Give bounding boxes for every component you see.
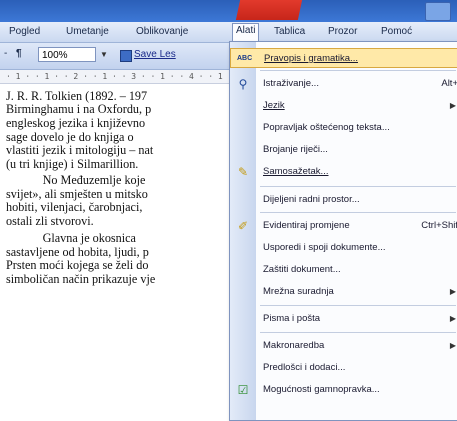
zoom-select[interactable]: 100% — [38, 47, 96, 62]
menu-item-repair-text[interactable]: Popravljak oštećenog teksta... — [230, 118, 457, 138]
menu-separator — [260, 305, 456, 306]
save-icon — [120, 50, 132, 62]
toolbar-dash: - — [4, 48, 8, 59]
menu-item-label: Jezik — [263, 100, 285, 111]
options-icon: ☑ — [237, 383, 249, 397]
doc-line: Glavna je okosnica — [6, 231, 136, 245]
menu-item-label: Zaštiti dokument... — [263, 264, 341, 275]
menu-item-label: Popravljak oštećenog teksta... — [263, 122, 390, 133]
menu-item-letters-mailings[interactable]: Pisma i pošta ▶ — [230, 309, 457, 329]
doc-line: Birminghamu i na Oxfordu, p — [6, 102, 152, 116]
menu-separator — [260, 212, 456, 213]
menu-alati[interactable]: Alati — [232, 23, 260, 43]
autosummary-icon: ✎ — [237, 165, 249, 179]
track-changes-icon: ✐ — [237, 219, 249, 233]
doc-line: engleskog jezika i književno — [6, 116, 146, 130]
menu-item-autocorrect-options[interactable]: ☑ Mogućnosti gamnopravka... — [230, 380, 457, 400]
menu-item-label: Dijeljeni radni prostor... — [263, 194, 360, 205]
save-button[interactable]: Save Les — [118, 47, 218, 63]
menu-item-label: Brojanje riječi... — [263, 144, 328, 155]
spelling-icon: ABC — [237, 55, 253, 62]
menu-item-spelling[interactable]: ABC Pravopis i gramatika... — [230, 48, 457, 68]
menu-item-language[interactable]: Jezik ▶ — [230, 96, 457, 116]
menu-item-shortcut: Ctrl+Shif — [421, 220, 457, 231]
chevron-down-icon[interactable]: ▼ — [98, 47, 110, 62]
red-decoration — [235, 0, 303, 20]
doc-line: hobiti, vilenjaci, čarobnjaci, — [6, 200, 143, 214]
save-label: Save Les — [134, 49, 176, 60]
menu-item-templates-addins[interactable]: Predlošci i dodaci... — [230, 358, 457, 378]
ruler: ⋅ 1 ⋅ ⋅ 1 ⋅ ⋅ 2 ⋅ ⋅ 1 ⋅ ⋅ 3 ⋅ ⋅ 1 ⋅ ⋅ 4 … — [0, 70, 240, 84]
doc-line: No Međuzemlje koje — [6, 173, 146, 187]
submenu-arrow-icon: ▶ — [449, 314, 456, 323]
menu-item-label: Mrežna suradnja — [263, 286, 334, 297]
menu-separator — [260, 332, 456, 333]
window-control-button[interactable] — [425, 2, 451, 21]
menu-item-label: Mogućnosti gamnopravka... — [263, 384, 380, 395]
document-area[interactable]: J. R. R. Tolkien (1892. – 197 Birmingham… — [0, 86, 240, 419]
menu-oblikovanje[interactable]: Oblikovanje — [133, 25, 191, 38]
menu-item-shortcut: Alt+ — [441, 78, 457, 89]
submenu-arrow-icon: ▶ — [449, 101, 456, 110]
menu-separator — [260, 186, 456, 187]
title-bar — [0, 0, 457, 22]
menu-item-macro[interactable]: Makronaredba ▶ — [230, 336, 457, 356]
pilcrow-icon[interactable]: ¶ — [16, 48, 22, 59]
menu-item-label: Evidentiraj promjene — [263, 220, 350, 231]
menu-item-label: Samosažetak... — [263, 166, 329, 177]
menu-item-label: Usporedi i spoji dokumente... — [263, 242, 386, 253]
research-icon: ⚲ — [238, 77, 248, 91]
doc-line: (u tri knjige) i Silmarillion. — [6, 157, 139, 171]
doc-line: simboličan način prikazuje vje — [6, 272, 156, 286]
menu-bar: Pogled Umetanje Oblikovanje Alati Tablic… — [0, 22, 457, 43]
menu-item-shared-workspace[interactable]: Dijeljeni radni prostor... — [230, 190, 457, 210]
menu-tablica[interactable]: Tablica — [271, 25, 308, 38]
menu-separator — [260, 70, 456, 71]
menu-prozor[interactable]: Prozor — [325, 25, 360, 38]
menu-item-protect-document[interactable]: Zaštiti dokument... — [230, 260, 457, 280]
menu-pogled[interactable]: Pogled — [6, 25, 43, 38]
menu-item-research[interactable]: ⚲ Istraživanje... Alt+ — [230, 74, 457, 94]
doc-line: ostali zli stvorovi. — [6, 214, 94, 228]
tools-menu: ABC Pravopis i gramatika... ⚲ Istraživan… — [229, 41, 457, 421]
menu-pomoc[interactable]: Pomoć — [378, 25, 415, 38]
menu-item-autosummary[interactable]: ✎ Samosažetak... — [230, 162, 457, 182]
menu-item-label: Istraživanje... — [263, 78, 319, 89]
menu-item-label: Pisma i pošta — [263, 313, 321, 324]
menu-umetanje[interactable]: Umetanje — [63, 25, 112, 38]
menu-item-track-changes[interactable]: ✐ Evidentiraj promjene Ctrl+Shif — [230, 216, 457, 236]
menu-item-word-count[interactable]: Brojanje riječi... — [230, 140, 457, 160]
menu-item-label: Pravopis i gramatika... — [264, 53, 358, 64]
submenu-arrow-icon: ▶ — [449, 341, 456, 350]
doc-line: vlastiti jezik i mitologiju – nat — [6, 143, 154, 157]
doc-line: Prsten moći kojega se želi do — [6, 258, 149, 272]
submenu-arrow-icon: ▶ — [449, 287, 456, 296]
menu-item-compare-merge[interactable]: Usporedi i spoji dokumente... — [230, 238, 457, 258]
menu-item-label: Predlošci i dodaci... — [263, 362, 346, 373]
menu-item-label: Makronaredba — [263, 340, 325, 351]
menu-item-online-collaboration[interactable]: Mrežna suradnja ▶ — [230, 282, 457, 302]
